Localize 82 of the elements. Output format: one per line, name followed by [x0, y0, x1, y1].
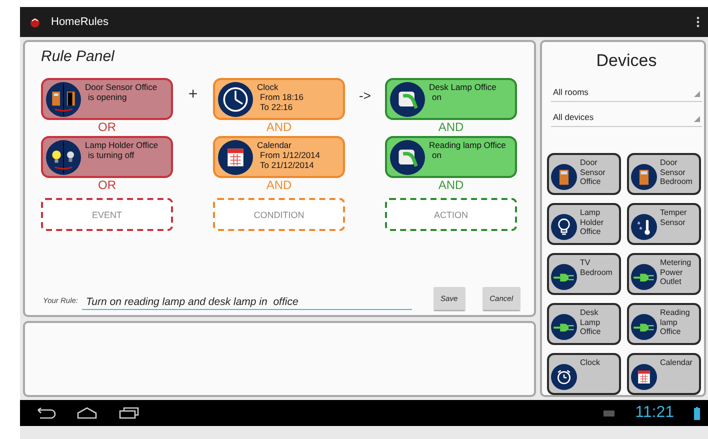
bulbs-icon [46, 140, 81, 175]
app-logo-icon [29, 16, 41, 28]
card-detail: on [431, 150, 442, 160]
device-type-dropdown[interactable]: All devices [551, 110, 702, 127]
condition-card[interactable]: Clock From 18:16 To 22:16 [213, 78, 345, 120]
logic-operator: AND [437, 121, 465, 134]
plug-icon [631, 314, 657, 340]
card-title: Desk Lamp Office [429, 82, 496, 92]
card-detail: From 1/12/2014 [259, 150, 320, 160]
action-drop-slot[interactable]: ACTION [385, 198, 517, 231]
logic-operator: AND [437, 179, 465, 192]
device-tile[interactable]: Desk Lamp Office [547, 303, 621, 345]
device-tile[interactable]: Door Sensor Office [547, 153, 621, 195]
card-detail: To 21/12/2014 [259, 160, 315, 170]
device-name: Lamp Holder Office [580, 208, 604, 238]
app-title: HomeRules [51, 16, 110, 28]
doors-icon [46, 82, 81, 117]
logic-operator: AND [265, 179, 293, 192]
overflow-menu-icon[interactable] [696, 16, 700, 28]
device-name: TV Bedroom [580, 258, 612, 278]
device-tile[interactable]: TV Bedroom [547, 253, 621, 295]
plug-icon [631, 264, 657, 290]
operator-symbol: + [187, 86, 199, 104]
devices-title: Devices [595, 51, 658, 71]
card-detail: To 22:16 [259, 102, 294, 112]
device-name: Temper Sensor [660, 208, 687, 228]
card-title: Calendar [257, 140, 292, 150]
rooms-dropdown[interactable]: All rooms [551, 85, 702, 102]
event-drop-slot[interactable]: EVENT [41, 198, 173, 231]
event-card[interactable]: Lamp Holder Office is turning off [41, 136, 173, 178]
logic-operator: AND [265, 121, 293, 134]
logic-operator: OR [97, 121, 117, 134]
light-bulb-icon [551, 214, 577, 240]
battery-icon [694, 406, 700, 420]
logic-operator: OR [97, 179, 117, 192]
condition-card[interactable]: Calendar From 1/12/2014 To 21/12/2014 [213, 136, 345, 178]
event-card[interactable]: Door Sensor Office is opening [41, 78, 173, 120]
card-detail: on [431, 92, 442, 102]
device-tile[interactable]: Metering Power Outlet [627, 253, 701, 295]
clock-time: 11:21 [635, 404, 674, 422]
plug-socket-icon [390, 140, 425, 175]
device-name: Desk Lamp Office [580, 308, 601, 338]
device-tile[interactable]: Calendar [627, 353, 701, 395]
keyboard-icon [603, 410, 616, 416]
card-detail: is turning off [87, 150, 136, 160]
device-name: Door Sensor Bedroom [660, 158, 692, 188]
card-detail: is opening [87, 92, 128, 102]
dropdown-arrow-icon [694, 91, 700, 97]
door-icon [551, 164, 577, 190]
calendar-icon [631, 364, 657, 390]
condition-drop-slot[interactable]: CONDITION [213, 198, 345, 231]
card-detail: From 18:16 [259, 92, 304, 102]
device-tile[interactable]: Door Sensor Bedroom [627, 153, 701, 195]
device-name: Metering Power Outlet [660, 258, 692, 288]
dropdown-arrow-icon [694, 116, 700, 122]
device-name: Calendar [660, 358, 692, 369]
device-name: Door Sensor Office [580, 158, 606, 188]
recent-apps-icon[interactable] [118, 407, 140, 419]
thermometer-icon [631, 214, 657, 240]
device-name: Clock [580, 358, 600, 369]
device-tile[interactable]: Temper Sensor [627, 203, 701, 245]
calendar-icon [218, 140, 253, 175]
device-tile[interactable]: Clock [547, 353, 621, 395]
plug-icon [551, 314, 577, 340]
clock-icon [218, 82, 253, 117]
rule-field[interactable]: Turn on reading lamp and desk lamp in office [82, 295, 412, 310]
home-icon[interactable] [76, 407, 98, 419]
device-tile[interactable]: Lamp Holder Office [547, 203, 621, 245]
action-card[interactable]: Reading lamp Office on [385, 136, 517, 178]
alarm-clock-icon [551, 364, 577, 390]
card-title: Reading lamp Office [429, 140, 506, 150]
card-title: Clock [257, 82, 280, 92]
door-icon [631, 164, 657, 190]
operator-symbol: -> [358, 88, 372, 103]
card-title: Door Sensor Office [85, 82, 158, 92]
action-card[interactable]: Desk Lamp Office on [385, 78, 517, 120]
device-tile[interactable]: Reading lamp Office [627, 303, 701, 345]
plug-socket-icon [390, 82, 425, 117]
card-title: Lamp Holder Office [85, 140, 158, 150]
plug-icon [551, 264, 577, 290]
panel-title: Rule Panel [41, 48, 116, 65]
device-name: Reading lamp Office [660, 308, 690, 338]
